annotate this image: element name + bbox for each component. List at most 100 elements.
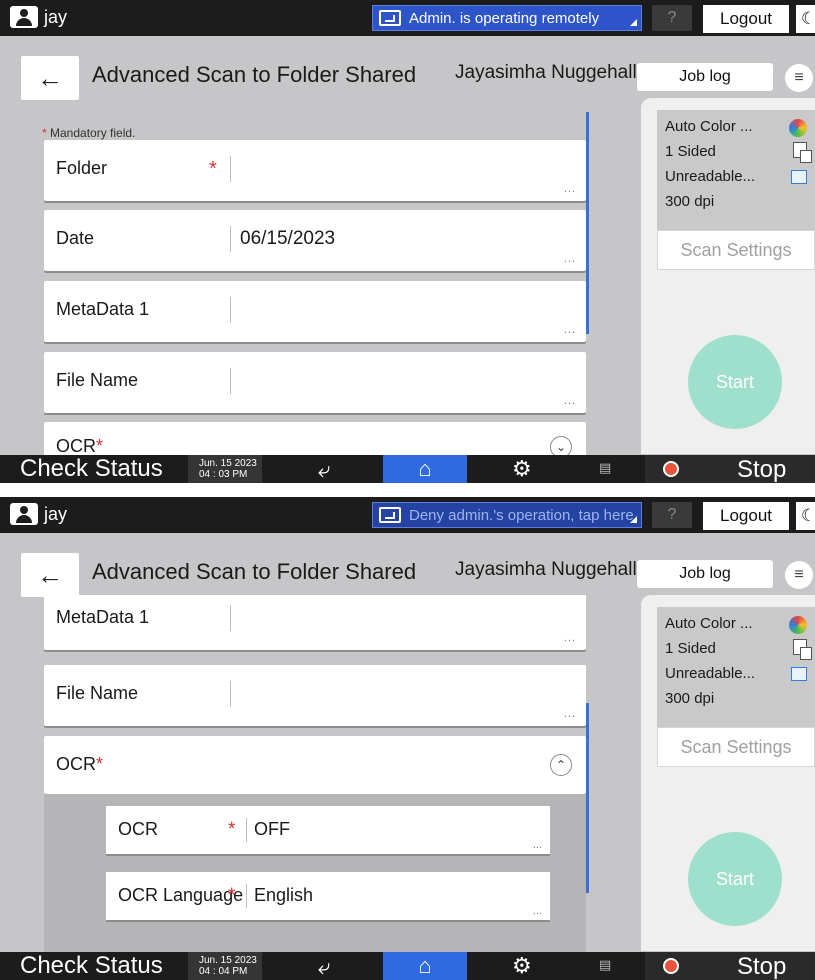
field-ocr-collapsed[interactable]: OCR* ⌄ bbox=[44, 422, 586, 455]
back-button[interactable]: ← bbox=[21, 56, 79, 100]
form-list[interactable]: * Mandatory field. Folder * ... Date 06/… bbox=[32, 106, 592, 455]
field-file-name[interactable]: File Name ... bbox=[44, 352, 586, 413]
date-time: Jun. 15 2023 04 : 04 PM bbox=[188, 952, 262, 980]
field-metadata-1[interactable]: MetaData 1 ... bbox=[44, 281, 586, 342]
stop-label: Stop bbox=[737, 953, 787, 980]
chevron-up-icon[interactable]: ⌃ bbox=[550, 754, 572, 776]
chevron-down-icon[interactable]: ⌄ bbox=[550, 436, 572, 455]
scan-settings-button[interactable]: Scan Settings bbox=[657, 727, 815, 767]
mandatory-star: * bbox=[228, 819, 236, 840]
scrollbar[interactable] bbox=[586, 112, 589, 334]
page-title: Advanced Scan to Folder Shared bbox=[92, 559, 417, 584]
date-text: Jun. 15 2023 bbox=[199, 955, 257, 966]
logout-button[interactable]: Logout bbox=[703, 5, 789, 33]
rotate-icon bbox=[791, 170, 807, 184]
return-icon[interactable]: ⤶ bbox=[318, 954, 330, 980]
top-status-bar: jay Deny admin.'s operation, tap here ? … bbox=[0, 497, 815, 533]
user-fullname: Jayasimha Nuggehalli bbox=[455, 559, 641, 580]
scan-settings-button[interactable]: Scan Settings bbox=[657, 230, 815, 270]
scan-panel: Auto Color ... 1 Sided Unreadable... 300… bbox=[641, 98, 815, 454]
user-icon bbox=[10, 6, 38, 28]
field-ocr[interactable]: OCR * OFF ... bbox=[106, 806, 550, 854]
settings-summary[interactable]: Auto Color ... 1 Sided Unreadable... 300… bbox=[657, 607, 815, 727]
sided-icon bbox=[793, 142, 812, 163]
return-icon[interactable]: ⤶ bbox=[318, 457, 330, 483]
user-name: jay bbox=[44, 503, 68, 524]
stop-label: Stop bbox=[737, 456, 787, 483]
time-text: 04 : 04 PM bbox=[199, 966, 248, 977]
gear-icon[interactable]: ⚙ bbox=[512, 953, 532, 979]
remote-icon bbox=[379, 507, 401, 523]
remote-icon bbox=[379, 10, 401, 26]
more-dots-icon: ... bbox=[563, 324, 576, 336]
stop-button[interactable]: Stop bbox=[645, 455, 815, 483]
sub-label: OCR Language bbox=[118, 885, 244, 905]
field-value: 06/15/2023 bbox=[240, 228, 336, 249]
form-list[interactable]: MetaData 1 ... File Name ... OCR* ⌃ OCR … bbox=[32, 595, 592, 952]
start-button[interactable]: Start bbox=[688, 335, 782, 429]
field-file-name[interactable]: File Name ... bbox=[44, 665, 586, 726]
field-ocr-language[interactable]: OCR Language * English ... bbox=[106, 872, 550, 920]
banner-corner-icon bbox=[630, 516, 637, 523]
sided-setting: 1 Sided bbox=[665, 640, 716, 657]
user-chip[interactable]: jay bbox=[10, 6, 67, 28]
sided-setting: 1 Sided bbox=[665, 143, 716, 160]
field-metadata-1[interactable]: MetaData 1 ... bbox=[44, 595, 586, 650]
mandatory-star: * bbox=[228, 885, 236, 906]
user-chip[interactable]: jay bbox=[10, 503, 67, 525]
page-title: Advanced Scan to Folder Shared bbox=[92, 62, 417, 87]
field-divider bbox=[230, 226, 231, 252]
gear-icon[interactable]: ⚙ bbox=[512, 456, 532, 482]
field-divider bbox=[230, 605, 231, 631]
menu-icon[interactable]: ≡ bbox=[785, 64, 813, 92]
more-dots-icon: ... bbox=[563, 632, 576, 644]
field-label: OCR* bbox=[56, 436, 104, 455]
user-fullname: Jayasimha Nuggehalli bbox=[455, 62, 641, 83]
field-ocr-expanded[interactable]: OCR* ⌃ bbox=[44, 736, 586, 794]
time-text: 04 : 03 PM bbox=[199, 469, 248, 480]
sub-label: OCR bbox=[118, 819, 158, 839]
field-label: File Name bbox=[56, 370, 139, 390]
ocr-subgroup: OCR * OFF ... OCR Language * English ... bbox=[44, 794, 586, 952]
field-divider bbox=[230, 368, 231, 394]
user-name: jay bbox=[44, 6, 68, 27]
home-icon[interactable]: ⌂ bbox=[383, 455, 467, 483]
sided-icon bbox=[793, 639, 812, 660]
check-status-button[interactable]: Check Status bbox=[20, 952, 163, 980]
menu-icon[interactable]: ≡ bbox=[785, 561, 813, 589]
deny-admin-banner[interactable]: Deny admin.'s operation, tap here bbox=[372, 502, 642, 528]
logout-button[interactable]: Logout bbox=[703, 502, 789, 530]
job-log-button[interactable]: Job log bbox=[637, 560, 773, 588]
banner-corner-icon bbox=[630, 19, 637, 26]
check-status-button[interactable]: Check Status bbox=[20, 455, 163, 483]
rotate-icon bbox=[791, 667, 807, 681]
field-label: OCR* bbox=[56, 754, 104, 774]
job-log-button[interactable]: Job log bbox=[637, 63, 773, 91]
stop-button[interactable]: Stop bbox=[645, 952, 815, 980]
energy-saver-button[interactable]: ☾ bbox=[796, 5, 815, 33]
scrollbar[interactable] bbox=[586, 703, 589, 893]
more-dots-icon: ... bbox=[532, 839, 542, 851]
field-divider bbox=[230, 297, 231, 323]
home-icon[interactable]: ⌂ bbox=[383, 952, 467, 980]
remote-banner-text: Deny admin.'s operation, tap here bbox=[409, 506, 634, 524]
bottom-bar: Check Status Jun. 15 2023 04 : 03 PM ⤶ ⌂… bbox=[0, 455, 815, 483]
stop-icon bbox=[663, 461, 679, 477]
more-dots-icon: ... bbox=[563, 253, 576, 265]
remote-banner-text: Admin. is operating remotely bbox=[409, 9, 600, 27]
back-button[interactable]: ← bbox=[21, 553, 79, 597]
help-button[interactable]: ? bbox=[652, 502, 692, 528]
data-icon: ▤ bbox=[599, 460, 612, 475]
start-button[interactable]: Start bbox=[688, 832, 782, 926]
field-divider bbox=[246, 884, 247, 908]
field-date[interactable]: Date 06/15/2023 ... bbox=[44, 210, 586, 271]
remote-operation-banner[interactable]: Admin. is operating remotely bbox=[372, 5, 642, 31]
color-setting: Auto Color ... bbox=[665, 615, 753, 632]
field-folder[interactable]: Folder * ... bbox=[44, 140, 586, 201]
field-divider bbox=[230, 156, 231, 182]
help-button[interactable]: ? bbox=[652, 5, 692, 31]
settings-summary[interactable]: Auto Color ... 1 Sided Unreadable... 300… bbox=[657, 110, 815, 230]
sub-value: OFF bbox=[254, 819, 290, 839]
mandatory-note: * Mandatory field. bbox=[42, 126, 135, 140]
energy-saver-button[interactable]: ☾ bbox=[796, 502, 815, 530]
